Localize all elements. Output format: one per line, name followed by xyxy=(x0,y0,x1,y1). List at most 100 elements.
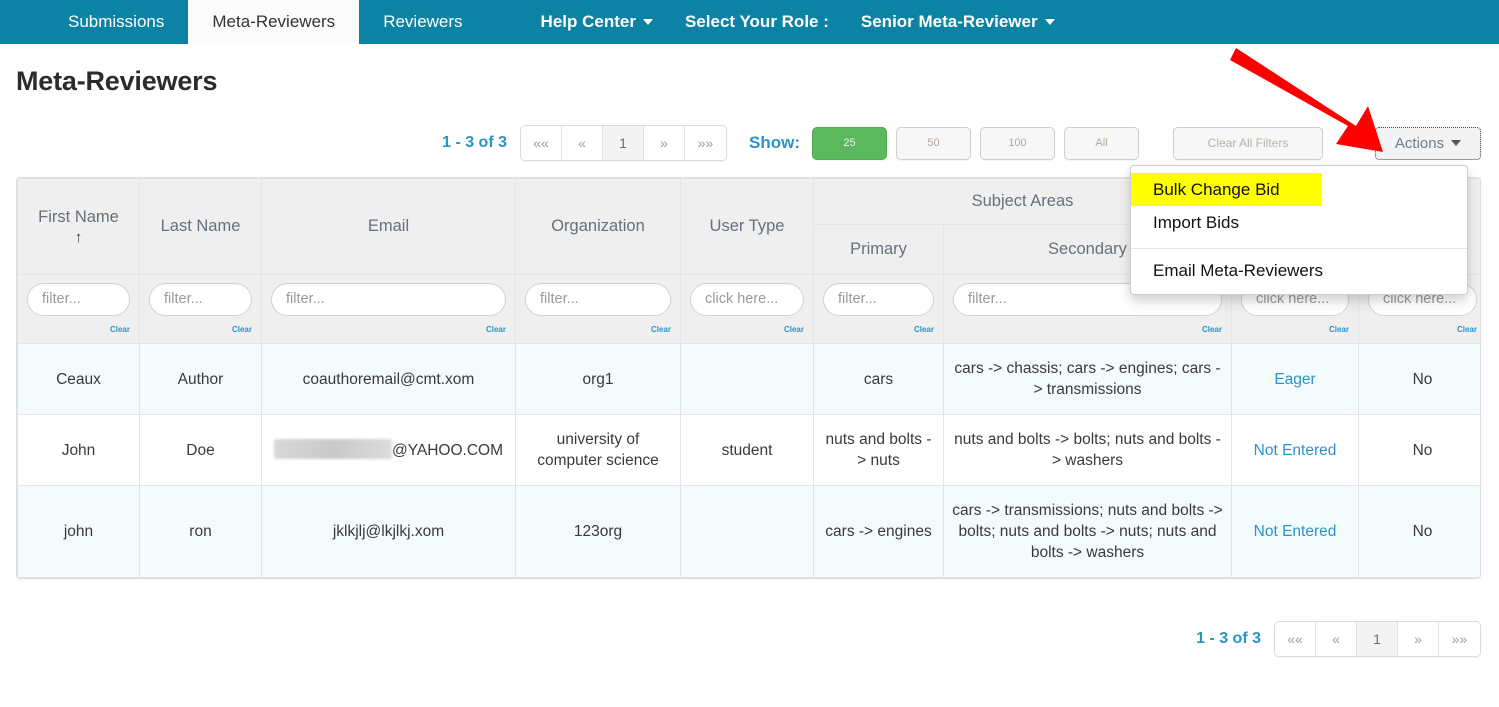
pager-prev-button-bottom[interactable]: « xyxy=(1316,622,1357,656)
cell-user-type xyxy=(680,485,814,578)
cell-last-name: ron xyxy=(139,485,262,578)
page-size-25-button[interactable]: 25 xyxy=(812,126,887,160)
filter-input-email[interactable]: filter... xyxy=(271,283,506,316)
filter-clear-email[interactable]: Clear xyxy=(271,319,506,340)
cell-email: jklkjlj@lkjlkj.xom xyxy=(261,485,516,578)
table-row: Ceaux Author coauthoremail@cmt.xom org1 … xyxy=(17,343,1480,415)
filter-clear-user-type[interactable]: Clear xyxy=(690,319,804,340)
nav-tab-submissions[interactable]: Submissions xyxy=(44,0,188,44)
filter-input-last-name[interactable]: filter... xyxy=(149,283,252,316)
cell-organization: org1 xyxy=(515,343,681,415)
cell-primary: nuts and bolts -> nuts xyxy=(813,414,944,486)
column-header-last-name[interactable]: Last Name xyxy=(139,178,262,275)
filter-cell-primary: filter... Clear xyxy=(813,274,944,344)
filter-clear-bid-status[interactable]: Clear xyxy=(1241,319,1349,340)
top-navigation-bar: Submissions Meta-Reviewers Reviewers Hel… xyxy=(0,0,1499,44)
column-header-primary[interactable]: Primary xyxy=(813,224,944,275)
filter-clear-first-name[interactable]: Clear xyxy=(27,319,130,340)
filter-input-primary[interactable]: filter... xyxy=(823,283,934,316)
cell-user-type: student xyxy=(680,414,814,486)
nav-tab-reviewers[interactable]: Reviewers xyxy=(359,0,486,44)
filter-cell-last-name: filter... Clear xyxy=(139,274,262,344)
column-header-organization[interactable]: Organization xyxy=(515,178,681,275)
cell-last: No xyxy=(1358,343,1480,415)
filter-cell-first-name: filter... Clear xyxy=(17,274,140,344)
select-role-text: Select Your Role : xyxy=(684,12,829,31)
show-label: Show: xyxy=(749,133,800,152)
cell-primary: cars xyxy=(813,343,944,415)
pager-last-button[interactable]: »» xyxy=(685,126,726,160)
pager-page-1-button-bottom[interactable]: 1 xyxy=(1357,622,1398,656)
actions-dropdown-menu: Bulk Change Bid Import Bids Email Meta-R… xyxy=(1130,165,1468,295)
pager-next-button[interactable]: » xyxy=(644,126,685,160)
cell-first-name: John xyxy=(17,414,140,486)
actions-menu-item-bulk-change-bid-row: Bulk Change Bid xyxy=(1131,173,1467,206)
redaction-block xyxy=(273,439,392,459)
column-header-user-type[interactable]: User Type xyxy=(680,178,814,275)
cell-bid-status[interactable]: Not Entered xyxy=(1231,414,1359,486)
nav-help-center-label: Help Center xyxy=(540,12,636,31)
current-role-label: Senior Meta-Reviewer xyxy=(860,12,1038,31)
cell-primary: cars -> engines xyxy=(813,485,944,578)
filter-clear-last-name[interactable]: Clear xyxy=(149,319,252,340)
cell-secondary: cars -> chassis; cars -> engines; cars -… xyxy=(943,343,1232,415)
page-size-100-button[interactable]: 100 xyxy=(980,126,1055,160)
nav-primary-tabs: Submissions Meta-Reviewers Reviewers xyxy=(44,0,487,44)
pager-last-button-bottom[interactable]: »» xyxy=(1439,622,1480,656)
page-size-50-button[interactable]: 50 xyxy=(896,126,971,160)
chevron-down-icon xyxy=(1451,140,1462,146)
table-footer: 1 - 3 of 3 «« « 1 » »» xyxy=(0,621,1481,657)
cell-secondary: cars -> transmissions; nuts and bolts ->… xyxy=(943,485,1232,578)
actions-button-label: Actions xyxy=(1394,134,1445,152)
nav-secondary-items: Help Center Select Your Role : Senior Me… xyxy=(525,0,1071,44)
filter-clear-organization[interactable]: Clear xyxy=(525,319,671,340)
pagination-top: «« « 1 » »» xyxy=(520,125,727,161)
pager-page-1-button[interactable]: 1 xyxy=(603,126,644,160)
nav-help-center-dropdown[interactable]: Help Center xyxy=(525,0,669,44)
filter-clear-last[interactable]: Clear xyxy=(1368,319,1477,340)
pager-prev-button[interactable]: « xyxy=(562,126,603,160)
page-title: Meta-Reviewers xyxy=(16,66,218,96)
actions-menu-item-import-bids[interactable]: Import Bids xyxy=(1131,206,1467,239)
cell-bid-status[interactable]: Not Entered xyxy=(1231,485,1359,578)
nav-current-role-dropdown[interactable]: Senior Meta-Reviewer xyxy=(845,0,1071,44)
clear-all-filters-button[interactable]: Clear All Filters xyxy=(1173,126,1323,160)
table-row: John Doe @YAHOO.COM university of comput… xyxy=(17,414,1480,486)
filter-cell-organization: filter... Clear xyxy=(515,274,681,344)
cell-secondary: nuts and bolts -> bolts; nuts and bolts … xyxy=(943,414,1232,486)
nav-tab-meta-reviewers[interactable]: Meta-Reviewers xyxy=(188,0,360,44)
pager-first-button-bottom[interactable]: «« xyxy=(1275,622,1316,656)
cell-first-name: john xyxy=(17,485,140,578)
actions-dropdown-button[interactable]: Actions xyxy=(1375,126,1481,160)
cell-user-type xyxy=(680,343,814,415)
cell-organization: university of computer science xyxy=(515,414,681,486)
table-body: Ceaux Author coauthoremail@cmt.xom org1 … xyxy=(17,343,1480,578)
cell-bid-status[interactable]: Eager xyxy=(1231,343,1359,415)
chevron-down-icon xyxy=(1044,19,1055,25)
filter-input-first-name[interactable]: filter... xyxy=(27,283,130,316)
filter-cell-user-type: click here... Clear xyxy=(680,274,814,344)
column-header-first-name[interactable]: First Name ↑ xyxy=(17,178,140,275)
filter-clear-secondary[interactable]: Clear xyxy=(953,319,1222,340)
actions-menu-divider xyxy=(1131,248,1467,249)
column-header-first-name-label: First Name xyxy=(38,208,119,226)
cell-first-name: Ceaux xyxy=(17,343,140,415)
cell-last-name: Doe xyxy=(139,414,262,486)
cell-email: @YAHOO.COM xyxy=(261,414,516,486)
page-size-all-button[interactable]: All xyxy=(1064,126,1139,160)
filter-input-organization[interactable]: filter... xyxy=(525,283,671,316)
table-toolbar: 1 - 3 of 3 «« « 1 » »» Show: 25 50 100 A… xyxy=(0,123,1481,163)
chevron-down-icon xyxy=(642,19,653,25)
column-header-email[interactable]: Email xyxy=(261,178,516,275)
filter-input-user-type[interactable]: click here... xyxy=(690,283,804,316)
pagination-bottom: «« « 1 » »» xyxy=(1274,621,1481,657)
actions-menu-item-email-meta-reviewers[interactable]: Email Meta-Reviewers xyxy=(1131,254,1467,287)
filter-clear-primary[interactable]: Clear xyxy=(823,319,934,340)
pager-first-button[interactable]: «« xyxy=(521,126,562,160)
actions-button-wrapper: Actions xyxy=(1375,126,1481,160)
filter-cell-email: filter... Clear xyxy=(261,274,516,344)
sort-ascending-icon: ↑ xyxy=(74,229,83,246)
record-count-bottom: 1 - 3 of 3 xyxy=(1196,630,1261,647)
actions-menu-item-bulk-change-bid[interactable]: Bulk Change Bid xyxy=(1131,173,1322,206)
pager-next-button-bottom[interactable]: » xyxy=(1398,622,1439,656)
